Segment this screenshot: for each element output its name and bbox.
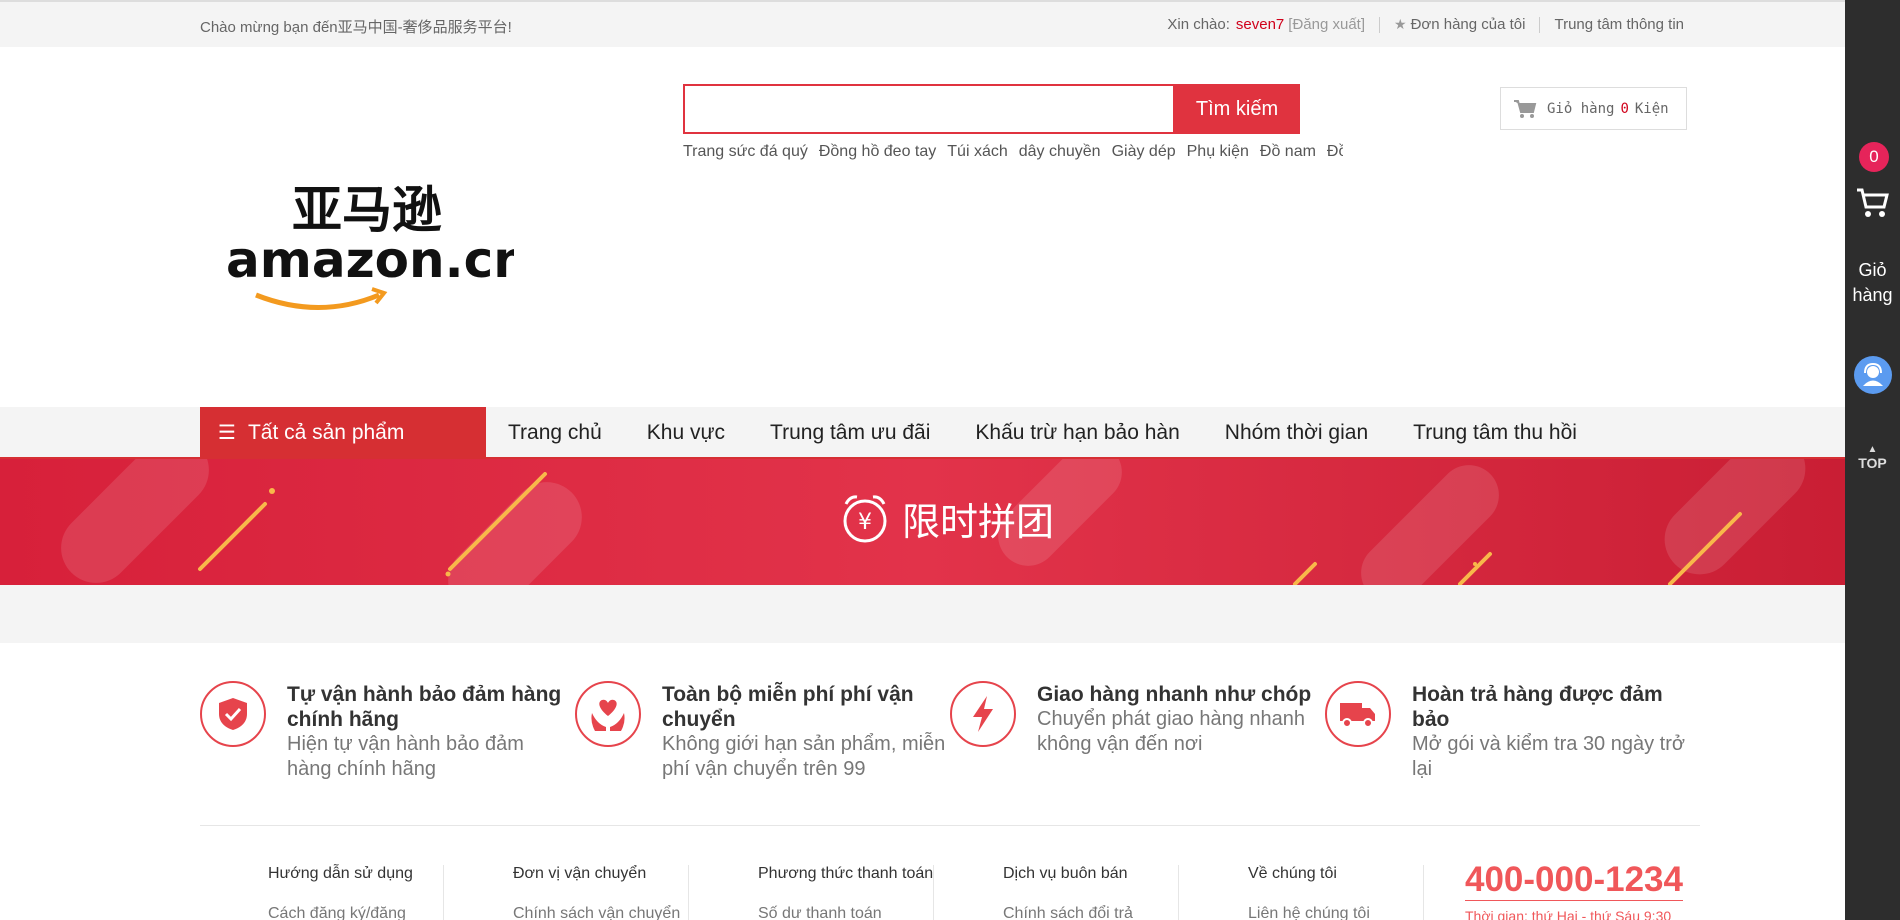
hot-keyword[interactable]: dây chuyền — [1019, 143, 1101, 161]
footer-link[interactable]: Số dư thanh toán — [758, 905, 882, 920]
hotline-hours: Thời gian: thứ Hai - thứ Sáu 9:30 — [1465, 908, 1672, 920]
truck-icon — [1325, 681, 1391, 747]
hot-keyword[interactable]: Túi xách — [947, 143, 1007, 161]
header-cart-button[interactable]: Giỏ hàng 0 Kiện — [1500, 87, 1687, 130]
footer-column: Phương thức thanh toán Số dư thanh toán — [690, 865, 934, 920]
main-nav: ☰ Tất cả sản phẩm Trang chủ Khu vực Trun… — [0, 360, 1845, 458]
all-products-button[interactable]: ☰ Tất cả sản phẩm — [200, 407, 486, 458]
footer-column: Dịch vụ buôn bán Chính sách đổi trả — [935, 865, 1179, 920]
search-button[interactable]: Tìm kiếm — [1174, 84, 1300, 134]
hot-keyword[interactable]: Đồng hồ đeo tay — [819, 143, 936, 161]
greeting-label: Xin chào: — [1167, 16, 1230, 33]
all-products-label: Tất cả sản phẩm — [247, 420, 405, 444]
hot-keywords: Trang sức đá quý Đồng hồ đeo tay Túi xác… — [683, 143, 1343, 161]
footer-link[interactable]: Liên hệ chúng tôi — [1248, 905, 1370, 920]
cart-icon — [1514, 99, 1537, 118]
sidebar-cart-badge: 0 — [1859, 142, 1889, 172]
nav-deals[interactable]: Trung tâm ưu đãi — [770, 421, 930, 445]
footer-column: Đơn vị vận chuyển Chính sách vận chuyển — [445, 865, 689, 920]
banner-title: ¥ 限时拼团 — [838, 491, 1054, 546]
shield-check-icon — [200, 681, 266, 747]
hot-keyword[interactable]: Trang sức đá quý — [683, 143, 808, 161]
footer-column: Hướng dẫn sử dụng Cách đăng ký/đăng — [200, 865, 444, 920]
my-orders-link[interactable]: Đơn hàng của tôi — [1411, 16, 1526, 33]
feature-desc: Hiện tự vận hành bảo đảm hàng chính hãng — [287, 733, 524, 780]
username-link[interactable]: seven7 — [1236, 16, 1284, 33]
feature-desc: Chuyển phát giao hàng nhanh không vận đế… — [1037, 708, 1306, 755]
nav-time-group[interactable]: Nhóm thời gian — [1225, 421, 1368, 445]
feature-title: Tự vận hành bảo đảm hàng chính hãng — [287, 683, 562, 731]
lightning-icon — [950, 681, 1016, 747]
alarm-clock-icon: ¥ — [843, 494, 887, 542]
heart-hands-icon — [575, 681, 641, 747]
logout-link[interactable]: [Đăng xuất] — [1288, 16, 1365, 33]
footer-heading[interactable]: Hướng dẫn sử dụng — [268, 865, 413, 883]
cart-unit: Kiện — [1634, 100, 1669, 117]
footer-link[interactable]: Cách đăng ký/đăng — [268, 905, 406, 920]
spacer — [0, 585, 1845, 643]
feature-title: Toàn bộ miễn phí phí vận chuyển — [662, 683, 914, 731]
footer-heading[interactable]: Phương thức thanh toán — [758, 865, 933, 883]
amazon-cn-logo[interactable]: 亚马逊 amazon.cn — [224, 165, 514, 345]
top-bar: Chào mừng bạn đến亚马中国-奢侈品服务平台! Xin chào:… — [0, 0, 1845, 47]
feature-desc: Mở gói và kiểm tra 30 ngày trở lại — [1412, 733, 1685, 780]
feature-title: Hoàn trả hàng được đảm bảo — [1412, 683, 1663, 731]
divider — [1379, 16, 1380, 33]
footer-link[interactable]: Chính sách vận chuyển — [513, 905, 680, 920]
promo-banner: ¥ 限时拼团 — [0, 459, 1845, 585]
cart-label: Giỏ hàng — [1547, 100, 1615, 117]
feature-title: Giao hàng nhanh như chóp — [1037, 683, 1312, 706]
footer-heading[interactable]: Dịch vụ buôn bán — [1003, 865, 1128, 883]
info-center-link[interactable]: Trung tâm thông tin — [1554, 16, 1684, 33]
section-divider — [200, 825, 1700, 826]
hot-keyword[interactable]: Đồ nam — [1260, 143, 1316, 161]
top-bar-right: Xin chào: seven7 [Đăng xuất] ★ Đơn hàng … — [1167, 16, 1684, 33]
header: 亚马逊 amazon.cn Tìm kiếm Trang sức đá quý … — [0, 47, 1845, 407]
customer-service-icon[interactable] — [1854, 356, 1892, 394]
nav-home[interactable]: Trang chủ — [508, 421, 602, 445]
footer-link[interactable]: Chính sách đổi trả — [1003, 905, 1133, 920]
feature-desc: Không giới hạn sản phẩm, miễn phí vận ch… — [662, 733, 946, 780]
nav-recycle[interactable]: Trung tâm thu hồi — [1413, 421, 1577, 445]
sidebar-cart-icon[interactable] — [1855, 185, 1891, 221]
footer-column: Về chúng tôi Liên hệ chúng tôi — [1180, 865, 1424, 920]
clock-currency: ¥ — [858, 510, 872, 535]
search-input[interactable] — [683, 84, 1175, 134]
welcome-text: Chào mừng bạn đến亚马中国-奢侈品服务平台! — [200, 19, 512, 36]
divider — [1539, 16, 1541, 33]
menu-icon: ☰ — [218, 422, 236, 444]
right-sidebar: 0 Giỏ hàng ▲ TOP — [1845, 0, 1900, 920]
up-arrow-icon: ▲ — [1867, 444, 1878, 455]
cart-count: 0 — [1620, 100, 1629, 117]
footer-heading[interactable]: Đơn vị vận chuyển — [513, 865, 646, 883]
top-label: TOP — [1858, 455, 1887, 471]
logo-smile — [255, 292, 380, 310]
hotline-number: 400-000-1234 — [1465, 860, 1683, 901]
banner-title-text: 限时拼团 — [902, 500, 1055, 544]
sidebar-cart-label[interactable]: Giỏ hàng — [1845, 258, 1900, 308]
footer-heading[interactable]: Về chúng tôi — [1248, 865, 1337, 883]
nav-warranty[interactable]: Khấu trừ hạn bảo hàn — [975, 421, 1179, 445]
hot-keyword[interactable]: Phụ kiện — [1187, 143, 1249, 161]
nav-region[interactable]: Khu vực — [647, 421, 725, 445]
hot-keyword[interactable]: Giày dép — [1112, 143, 1176, 161]
hot-keyword[interactable]: Đồ — [1327, 143, 1343, 161]
logo-en-text: amazon.cn — [226, 231, 514, 289]
nav-links: Trang chủ Khu vực Trung tâm ưu đãi Khấu … — [486, 407, 1600, 458]
star-icon: ★ — [1394, 16, 1407, 32]
back-to-top-button[interactable]: ▲ TOP — [1845, 444, 1900, 472]
